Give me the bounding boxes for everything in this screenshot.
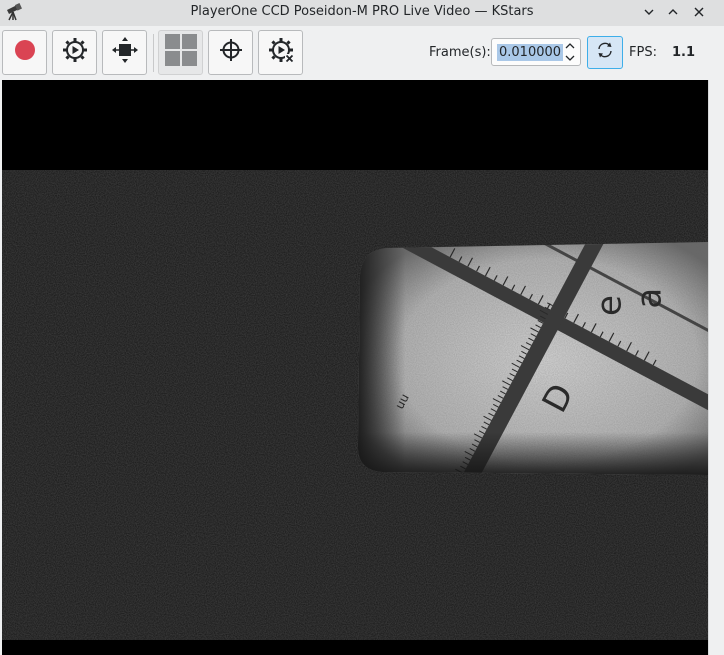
toolbar-separator	[153, 34, 154, 72]
fps-value: 1.1	[672, 45, 696, 60]
spin-arrows[interactable]	[563, 41, 577, 63]
subframe-icon	[111, 37, 138, 68]
record-button[interactable]	[2, 30, 47, 75]
refresh-icon	[595, 40, 615, 65]
frame-spinbox[interactable]: 0.010000	[491, 38, 581, 66]
gear-stop-icon	[268, 37, 294, 68]
minimize-icon[interactable]	[638, 1, 660, 23]
vertical-scrollbar[interactable]	[708, 80, 724, 655]
maximize-icon[interactable]	[662, 1, 684, 23]
crosshair-icon	[218, 37, 244, 68]
stream-options-button[interactable]	[52, 30, 97, 75]
grid-button[interactable]	[158, 30, 203, 75]
close-icon[interactable]	[688, 1, 710, 23]
crosshair-button[interactable]	[208, 30, 253, 75]
spin-down-icon[interactable]	[563, 52, 577, 63]
live-video-image: ɐ ǝ D uu	[2, 80, 708, 655]
stop-stream-button[interactable]	[258, 30, 303, 75]
fps-label: FPS:	[629, 45, 657, 60]
live-video-window: PlayerOne CCD Poseidon-M PRO Live Video …	[0, 0, 724, 655]
toolbar: Frame(s): 0.010000 FPS: 1.1	[0, 26, 724, 80]
window-title: PlayerOne CCD Poseidon-M PRO Live Video …	[190, 4, 534, 19]
gear-play-icon	[62, 37, 88, 68]
grid-icon	[164, 34, 197, 71]
record-icon	[12, 37, 38, 68]
subframe-button[interactable]	[102, 30, 147, 75]
sync-button[interactable]	[587, 36, 623, 69]
title-bar: PlayerOne CCD Poseidon-M PRO Live Video …	[0, 0, 724, 26]
video-frame: ɐ ǝ D uu	[2, 80, 708, 655]
frame-value[interactable]: 0.010000	[497, 44, 564, 61]
spin-up-icon[interactable]	[563, 41, 577, 52]
frame-label: Frame(s):	[429, 45, 491, 60]
